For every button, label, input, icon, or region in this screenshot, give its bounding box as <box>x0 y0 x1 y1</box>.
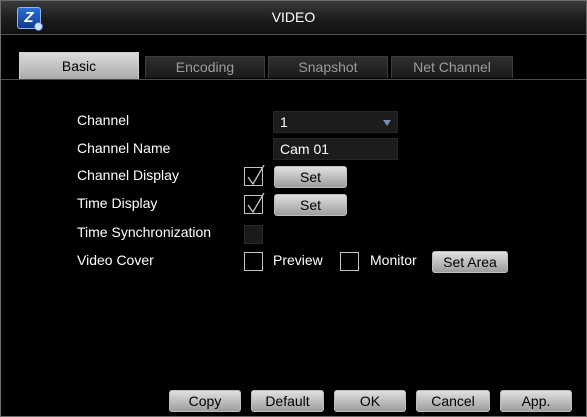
channel-select[interactable]: 1 <box>273 111 398 133</box>
channel-name-input[interactable]: Cam 01 <box>273 138 398 160</box>
tab-snapshot[interactable]: Snapshot <box>268 56 388 78</box>
time-display-set-button[interactable]: Set <box>274 194 347 216</box>
tab-encoding[interactable]: Encoding <box>145 56 265 78</box>
monitor-label: Monitor <box>370 252 417 268</box>
channel-name-label: Channel Name <box>77 140 171 156</box>
tab-bar: Basic Encoding Snapshot Net Channel <box>1 49 586 80</box>
preview-label: Preview <box>273 252 323 268</box>
tab-basic[interactable]: Basic <box>19 52 139 79</box>
channel-label: Channel <box>77 112 130 128</box>
video-settings-window: Z VIDEO Basic Encoding Snapshot Net Chan… <box>0 0 587 417</box>
default-button[interactable]: Default <box>251 390 324 412</box>
checkmark-icon <box>247 165 265 186</box>
apply-button[interactable]: App. <box>500 390 572 412</box>
copy-button[interactable]: Copy <box>169 390 241 412</box>
cancel-button[interactable]: Cancel <box>416 390 490 412</box>
channel-display-label: Channel Display <box>77 167 179 183</box>
title-bar: Z VIDEO <box>1 1 586 35</box>
time-display-checkbox[interactable] <box>244 193 265 214</box>
channel-display-checkbox[interactable] <box>244 165 265 186</box>
set-area-button[interactable]: Set Area <box>432 251 508 273</box>
ok-button[interactable]: OK <box>334 390 406 412</box>
tab-net-channel[interactable]: Net Channel <box>391 56 513 78</box>
time-sync-checkbox[interactable] <box>244 225 263 244</box>
video-cover-label: Video Cover <box>77 252 154 268</box>
window-title: VIDEO <box>271 9 316 25</box>
time-sync-label: Time Synchronization <box>77 224 212 240</box>
monitor-checkbox[interactable] <box>340 252 359 271</box>
preview-checkbox[interactable] <box>244 252 263 271</box>
dropdown-arrow-icon <box>383 120 391 126</box>
channel-display-set-button[interactable]: Set <box>274 166 347 188</box>
checkmark-icon <box>247 193 265 214</box>
time-display-label: Time Display <box>77 195 158 211</box>
channel-select-value: 1 <box>280 114 288 130</box>
